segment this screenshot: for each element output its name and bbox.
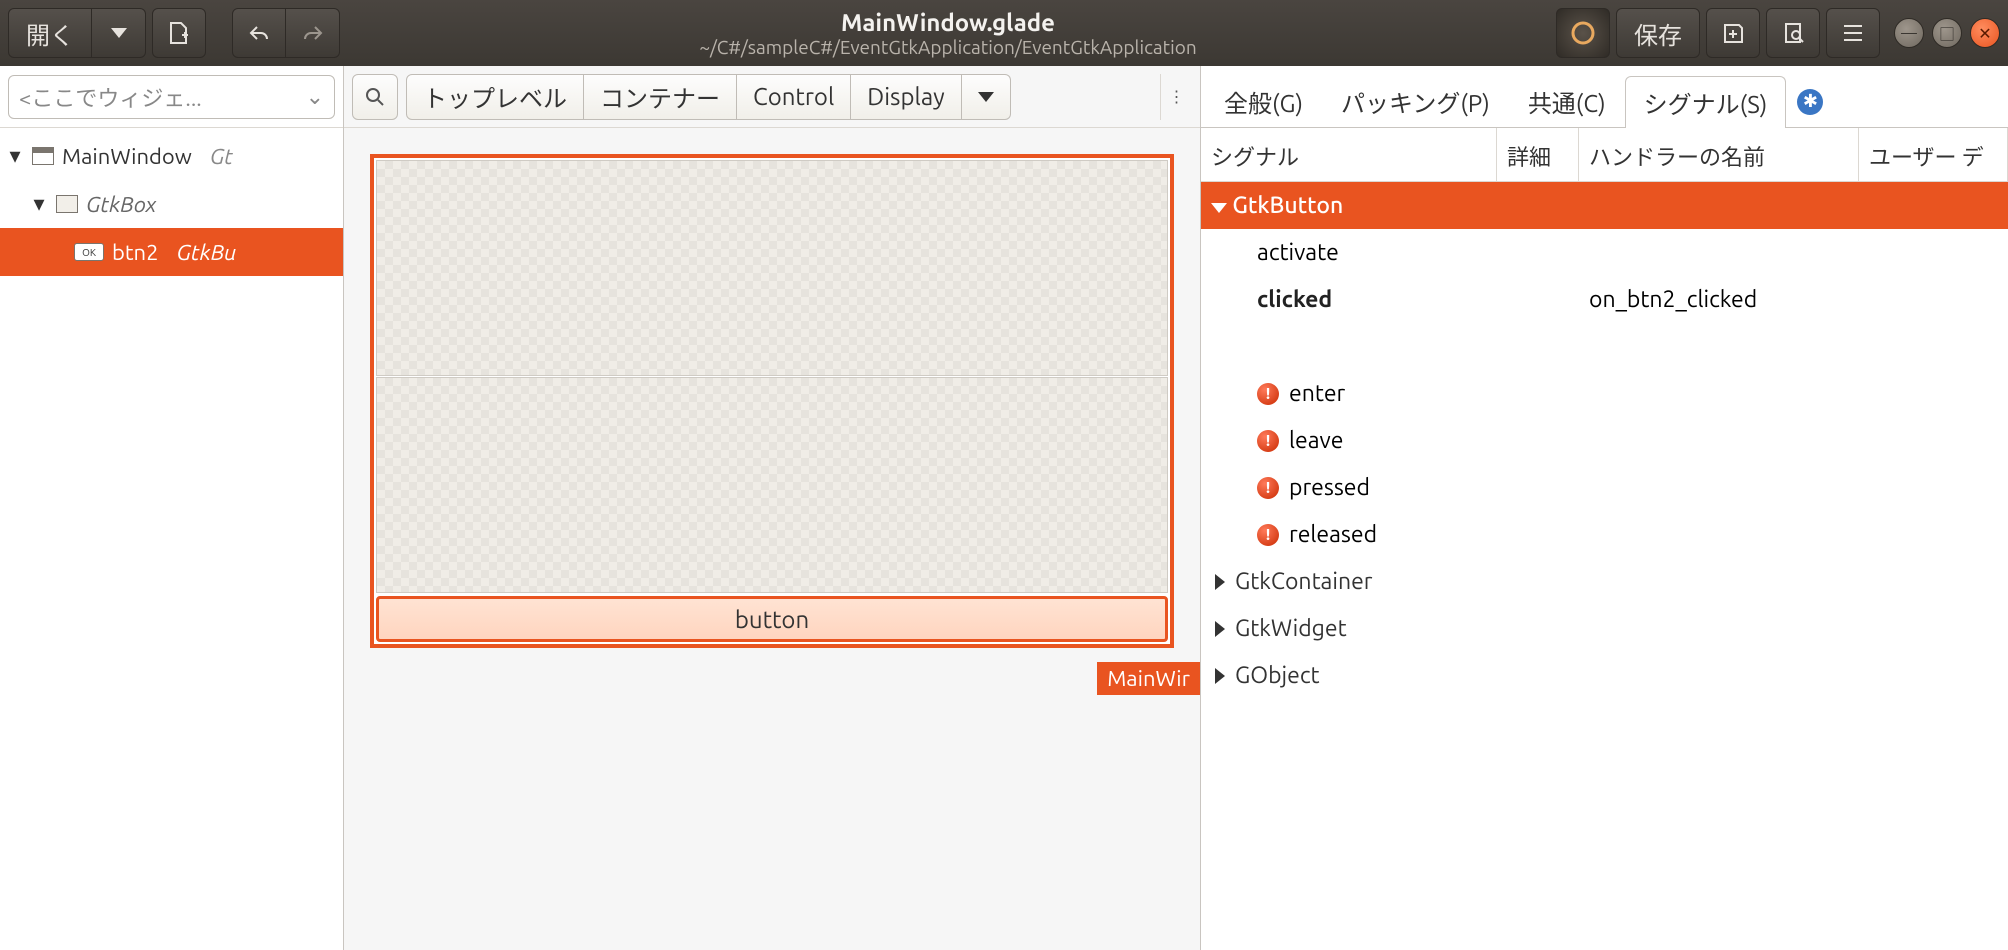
signal-class-gobject[interactable]: GObject — [1201, 652, 2008, 699]
palette-tab-display[interactable]: Display — [851, 74, 961, 120]
design-button-btn2[interactable]: button — [376, 596, 1168, 642]
deprecated-warn-icon: ! — [1257, 524, 1279, 546]
signal-row[interactable] — [1201, 323, 2008, 370]
signal-row[interactable]: !leave — [1201, 417, 2008, 464]
palette-tab-control[interactable]: Control — [737, 74, 851, 120]
tab-packing[interactable]: パッキング(P) — [1322, 75, 1509, 127]
palette-search-button[interactable] — [352, 74, 398, 120]
undo-button[interactable] — [232, 8, 286, 58]
palette-menu-button[interactable]: ⋮ — [1160, 74, 1192, 120]
open-button[interactable]: 開く — [8, 8, 92, 58]
tree-row-gtkbox[interactable]: ▾ GtkBox — [0, 180, 343, 228]
signal-class-label: GtkButton — [1201, 193, 1497, 218]
tree-row-btn2[interactable]: OK btn2GtkBu — [0, 228, 343, 276]
maximize-window-button[interactable]: □ — [1932, 18, 1962, 48]
glade-logo-icon — [1556, 8, 1610, 58]
palette-more-dropdown[interactable] — [962, 74, 1011, 120]
minimize-window-button[interactable]: — — [1894, 18, 1924, 48]
deprecated-warn-icon: ! — [1257, 383, 1279, 405]
deprecated-warn-icon: ! — [1257, 477, 1279, 499]
design-window-label: MainWir — [1097, 662, 1200, 695]
close-window-button[interactable]: ✕ — [1970, 18, 2000, 48]
signal-class-gtkwidget[interactable]: GtkWidget — [1201, 605, 2008, 652]
chevron-down-icon: ⌄ — [306, 84, 324, 110]
signal-row[interactable]: !enter — [1201, 370, 2008, 417]
window-title: MainWindow.glade ~/C#/sampleC#/EventGtkA… — [346, 9, 1550, 58]
placeholder-slot-2[interactable] — [376, 377, 1168, 593]
tree-row-mainwindow[interactable]: ▾ MainWindowGt — [0, 132, 343, 180]
button-icon: OK — [74, 243, 104, 261]
handler-cell[interactable]: on_btn2_clicked — [1579, 287, 1859, 312]
open-recent-dropdown[interactable] — [92, 8, 146, 58]
title-bar: 開く MainWindow.glade ~/C#/sampleC#/EventG… — [0, 0, 2008, 66]
preview-button[interactable] — [1766, 8, 1820, 58]
tab-accessibility[interactable]: ✱ — [1786, 75, 1834, 127]
signal-header: シグナル 詳細 ハンドラーの名前 ユーザー デ — [1201, 128, 2008, 182]
tab-common[interactable]: 共通(C) — [1509, 75, 1625, 127]
tab-general[interactable]: 全般(G) — [1205, 75, 1322, 127]
placeholder-slot-1[interactable] — [376, 160, 1168, 376]
palette-tab-container[interactable]: コンテナー — [584, 74, 737, 120]
signal-class-gtkcontainer[interactable]: GtkContainer — [1201, 558, 2008, 605]
signal-row[interactable]: !released — [1201, 511, 2008, 558]
deprecated-warn-icon: ! — [1257, 430, 1279, 452]
hamburger-menu-button[interactable] — [1826, 8, 1880, 58]
box-icon — [56, 195, 78, 213]
accessibility-icon: ✱ — [1797, 89, 1823, 115]
widget-tree[interactable]: ▾ MainWindowGt ▾ GtkBox OK btn2GtkBu — [0, 128, 343, 280]
window-icon — [32, 147, 54, 165]
signal-row[interactable]: !pressed — [1201, 464, 2008, 511]
signal-class-gtkbutton[interactable]: GtkButton — [1201, 182, 2008, 229]
widget-search-combo[interactable]: <ここでウィジェ... ⌄ — [8, 75, 335, 119]
signal-row[interactable]: activate — [1201, 229, 2008, 276]
new-file-button[interactable] — [152, 8, 206, 58]
signal-row[interactable]: clickedon_btn2_clicked — [1201, 276, 2008, 323]
palette-tab-toplevel[interactable]: トップレベル — [406, 74, 584, 120]
design-window[interactable]: button — [370, 154, 1174, 648]
redo-button[interactable] — [286, 8, 340, 58]
save-as-button[interactable] — [1706, 8, 1760, 58]
tab-signals[interactable]: シグナル(S) — [1625, 76, 1787, 128]
save-button[interactable]: 保存 — [1616, 8, 1700, 58]
